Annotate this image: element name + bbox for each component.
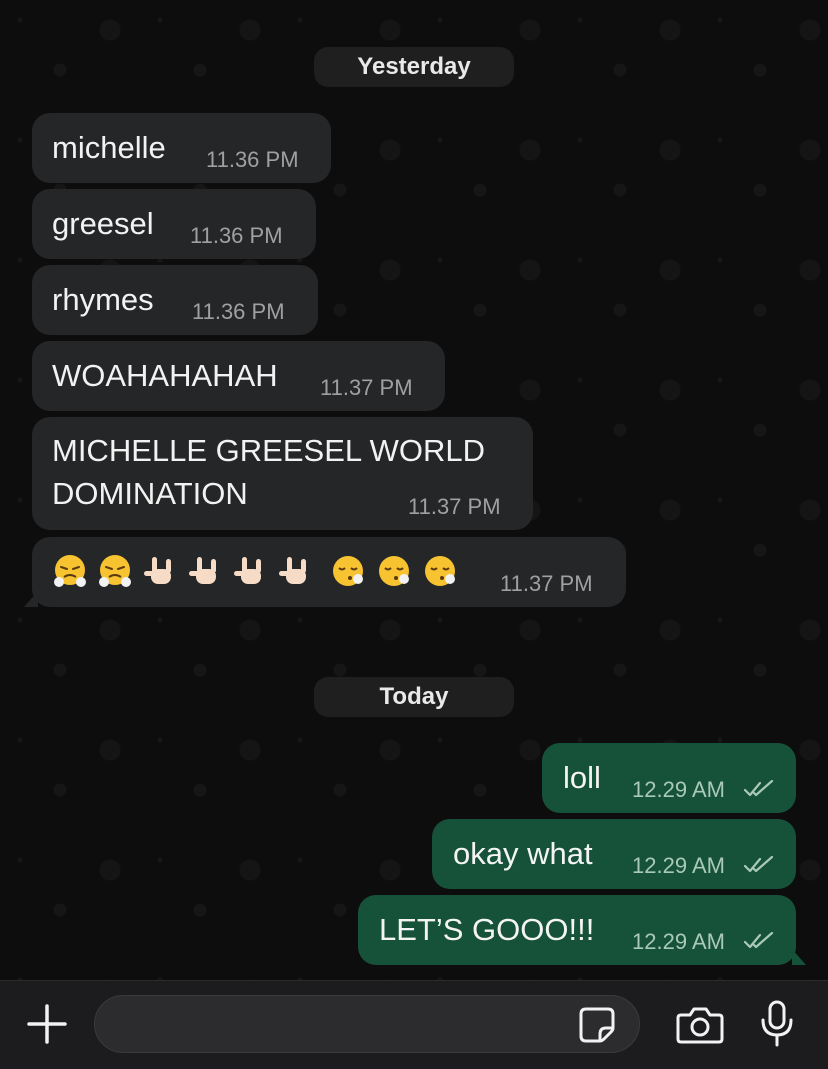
read-ticks-icon [744,780,774,797]
date-separator-yesterday: Yesterday [314,47,514,87]
message-time: 12.29 AM [632,777,725,802]
message-bubble-incoming[interactable]: MICHELLE GREESEL WORLD DOMINATION 11.37 … [32,417,533,530]
message-time: 11.37 PM [500,571,593,596]
face-exhaling-icon [379,556,409,586]
message-time: 11.36 PM [190,223,283,248]
message-time: 12.29 AM [632,853,725,878]
message-text: LET’S GOOO!!! [379,912,595,947]
message-bubble-outgoing[interactable]: LET’S GOOO!!! 12.29 AM [358,895,806,965]
message-text: rhymes [52,282,154,317]
sign-of-the-horns-icon [234,557,261,584]
date-separator-label: Yesterday [357,53,471,80]
message-bubble-incoming[interactable]: rhymes 11.36 PM [32,265,318,335]
sign-of-the-horns-icon [144,557,171,584]
message-input[interactable] [94,995,640,1053]
read-ticks-icon [744,856,774,873]
plus-icon[interactable] [26,1003,68,1045]
face-with-steam-from-nose-icon [54,555,86,587]
sign-of-the-horns-icon [189,557,216,584]
message-bubble-incoming[interactable]: WOAHAHAHAH 11.37 PM [32,341,445,411]
message-text: loll [563,760,601,795]
camera-icon[interactable] [676,1005,724,1045]
date-separator-today: Today [314,677,514,717]
message-bubble-outgoing[interactable]: loll 12.29 AM [542,743,796,813]
message-time: 12.29 AM [632,929,725,954]
message-time: 11.36 PM [192,299,285,324]
face-exhaling-icon [425,556,455,586]
message-bubble-outgoing[interactable]: okay what 12.29 AM [432,819,796,889]
bubble-tail [792,949,806,965]
date-separator-label: Today [379,683,449,710]
bubble-tail [24,591,38,607]
face-with-steam-from-nose-icon [99,555,131,587]
message-text-line: DOMINATION [52,476,248,511]
face-exhaling-icon [333,556,363,586]
message-text: michelle [52,130,166,165]
sign-of-the-horns-icon [279,557,306,584]
microphone-icon[interactable] [760,1000,794,1048]
message-time: 11.37 PM [320,375,413,400]
message-input-bar [0,980,828,1069]
message-time: 11.36 PM [206,147,299,172]
chat-area[interactable]: Yesterday michelle 11.36 PM greesel 11.3… [0,0,828,980]
message-text: WOAHAHAHAH [52,358,278,393]
message-text: okay what [453,836,593,871]
read-ticks-icon [744,932,774,949]
message-bubble-incoming[interactable]: greesel 11.36 PM [32,189,316,259]
message-time: 11.37 PM [408,494,501,519]
sticker-icon[interactable] [578,1006,616,1044]
message-text-line: MICHELLE GREESEL WORLD [52,433,485,468]
message-text: greesel [52,206,154,241]
message-bubble-incoming[interactable]: michelle 11.36 PM [32,113,331,183]
message-bubble-incoming[interactable]: 11.37 PM [24,537,626,607]
